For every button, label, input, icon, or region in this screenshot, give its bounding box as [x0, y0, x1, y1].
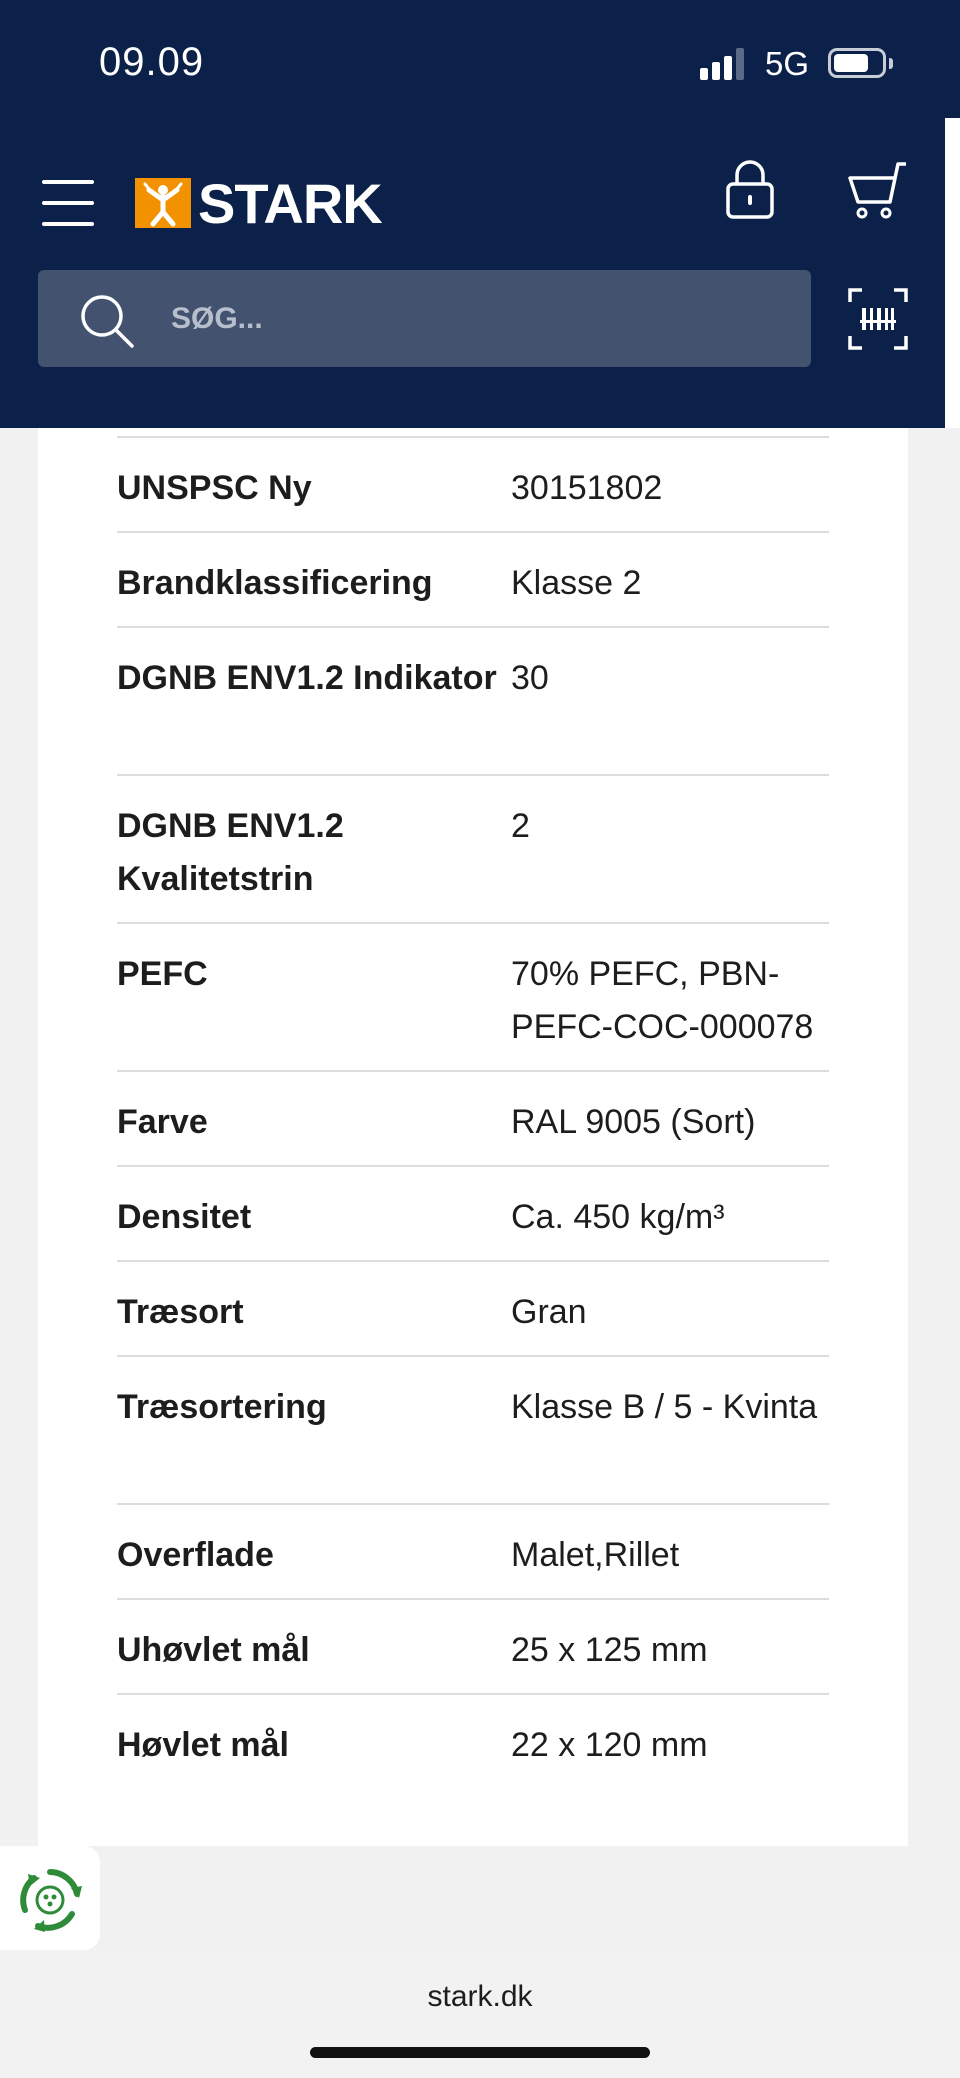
- browser-url-bar[interactable]: stark.dk: [0, 1950, 960, 2078]
- specifications-table: UNSPSC Ny 30151802 Brandklassificering K…: [117, 436, 829, 1790]
- stark-logo-icon[interactable]: [135, 178, 191, 228]
- spec-label: Høvlet mål: [117, 1726, 289, 1764]
- network-label: 5G: [765, 45, 810, 82]
- spec-value: 70% PEFC, PBN-PEFC-COC-000078: [511, 955, 814, 1046]
- lock-icon[interactable]: [722, 158, 778, 220]
- spec-row-unspsc: UNSPSC Ny 30151802: [117, 438, 829, 533]
- spec-row-traesort: Træsort Gran: [117, 1262, 829, 1357]
- barcode-scan-icon[interactable]: [848, 288, 908, 350]
- spec-value: 30151802: [511, 469, 663, 507]
- search-icon[interactable]: [80, 294, 136, 350]
- spec-value: 22 x 120 mm: [511, 1726, 708, 1764]
- spec-value: Klasse B / 5 - Kvinta: [511, 1388, 818, 1426]
- spec-value: Gran: [511, 1293, 587, 1331]
- spec-row-uhovlet-maal: Uhøvlet mål 25 x 125 mm: [117, 1600, 829, 1695]
- battery-tip: [889, 58, 893, 69]
- spec-value: Malet,Rillet: [511, 1536, 680, 1574]
- status-time: 09.09: [99, 40, 205, 84]
- spec-row-densitet: Densitet Ca. 450 kg/m³: [117, 1167, 829, 1262]
- signal-icon: [700, 46, 750, 80]
- spec-label: Træsort: [117, 1293, 244, 1331]
- spec-label: Træsortering: [117, 1388, 327, 1426]
- spec-label: UNSPSC Ny: [117, 469, 312, 507]
- stark-logo-text[interactable]: STARK: [198, 171, 383, 236]
- spec-value: Klasse 2: [511, 564, 642, 602]
- specifications-card: UNSPSC Ny 30151802 Brandklassificering K…: [38, 428, 908, 1846]
- spec-row-dgnb-kvalitetstrin: DGNB ENV1.2 Kvalitetstrin 2: [117, 776, 829, 924]
- search-input[interactable]: [171, 270, 771, 367]
- recycle-icon: [20, 1869, 82, 1932]
- header-edge: [945, 118, 960, 428]
- spec-label: Densitet: [117, 1198, 252, 1236]
- spec-row-brandklassificering: Brandklassificering Klasse 2: [117, 533, 829, 628]
- search-bar[interactable]: [38, 270, 811, 367]
- spec-value: 30: [511, 659, 549, 697]
- home-indicator[interactable]: [310, 2047, 650, 2058]
- spec-row-hovlet-maal: Høvlet mål 22 x 120 mm: [117, 1695, 829, 1790]
- spec-label: Overflade: [117, 1536, 274, 1574]
- spec-label: Farve: [117, 1103, 208, 1141]
- cart-icon[interactable]: [846, 160, 910, 222]
- spec-label: Uhøvlet mål: [117, 1631, 310, 1669]
- spec-value: Ca. 450 kg/m³: [511, 1198, 725, 1236]
- sustainability-badge[interactable]: [0, 1846, 100, 1950]
- spec-row-traesortering: Træsortering Klasse B / 5 - Kvinta: [117, 1357, 829, 1505]
- site-header: 09.09 5G STARK: [0, 0, 960, 428]
- spec-value: RAL 9005 (Sort): [511, 1103, 756, 1141]
- menu-icon[interactable]: [42, 180, 94, 226]
- spec-label: Brandklassificering: [117, 564, 433, 602]
- spec-label: PEFC: [117, 955, 208, 993]
- spec-row-overflade: Overflade Malet,Rillet: [117, 1505, 829, 1600]
- spec-value: 2: [511, 807, 530, 845]
- spec-row-farve: Farve RAL 9005 (Sort): [117, 1072, 829, 1167]
- spec-row-pefc: PEFC 70% PEFC, PBN-PEFC-COC-000078: [117, 924, 829, 1072]
- spec-label: DGNB ENV1.2 Kvalitetstrin: [117, 807, 344, 898]
- spec-value: 25 x 125 mm: [511, 1631, 708, 1669]
- spec-label: DGNB ENV1.2 Indikator: [117, 659, 497, 697]
- spec-row-dgnb-indikator: DGNB ENV1.2 Indikator 30: [117, 628, 829, 776]
- battery-icon: [828, 48, 886, 78]
- url-text[interactable]: stark.dk: [0, 1980, 960, 2014]
